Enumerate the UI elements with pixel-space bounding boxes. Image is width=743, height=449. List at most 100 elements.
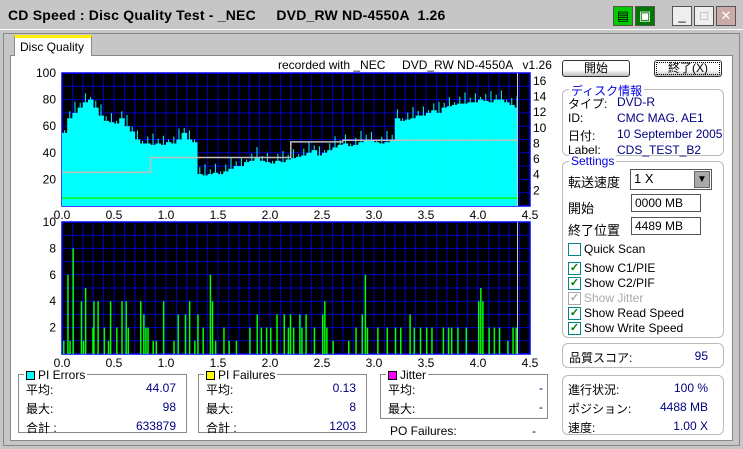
pif-bar [109,301,112,354]
pie-bar [488,102,494,206]
pif-bar [364,274,367,354]
save-icon[interactable]: ▣ [635,6,655,26]
pif-bar [202,327,204,354]
pif-bar [386,327,388,354]
pif-bar [478,301,480,354]
pie-bar [452,104,458,206]
pif-bar [498,327,501,354]
pif-bar [223,327,225,354]
pie-bar [238,166,245,206]
pie-bar [145,143,151,206]
checkbox-show-c2-pif[interactable]: ✓ Show C2/PIF [568,276,655,291]
checkbox-label: Quick Scan [584,242,646,256]
pif-bar [419,327,422,354]
pif-bar [292,327,295,354]
copy-icon[interactable]: ▤ [613,6,633,26]
pi-errors-color-swatch [26,371,35,381]
pi-failures-total-label: 合計 : [206,421,237,435]
pif-bar [249,327,251,354]
disc-info-value: DVD-R [617,95,655,109]
pie-bar [103,120,110,206]
pif-bar [447,327,450,354]
checkbox-box: ✓ [568,292,581,306]
pie-bar [467,102,474,206]
pie-bar [129,131,136,206]
pi-errors-max-value: 98 [162,400,176,414]
pi-errors-avg-label: 平均: [26,383,54,397]
checkbox-label: Show Read Speed [584,306,685,320]
checkbox-box[interactable]: ✓ [568,307,581,321]
pif-bar [72,248,74,354]
checkbox-quick-scan[interactable]: Quick Scan [568,242,646,257]
pie-bar [176,139,182,206]
pie-bar [244,162,250,206]
pie-bar [441,107,448,206]
pif-bar [152,340,154,354]
checkbox-box[interactable]: ✓ [568,322,581,336]
checkbox-label: Show C2/PIF [584,276,655,290]
checkbox-show-read-speed[interactable]: ✓ Show Read Speed [568,306,685,321]
pif-bar [322,314,324,354]
pie-bar [160,144,167,206]
pie-chart-x-tick-label: 4.5 [522,208,539,222]
pif-chart-x-tick-label: 2.5 [314,356,331,369]
pif-bar [305,314,307,354]
pi-failures-max-label: 最大: [206,402,234,416]
pie-bar [358,142,364,206]
pie-bar [207,174,214,206]
pie-bar [259,160,266,206]
disc-info-label: ID: [568,111,584,125]
pie-bar [368,140,375,206]
pif-bar [361,314,364,354]
pif-bar [173,340,175,354]
pif-chart-x-tick-label: 4.0 [470,356,487,369]
pif-bar [63,340,65,354]
pif-chart-x-tick-label: 0.5 [106,356,123,369]
pie-chart-x-tick-label: 2.0 [262,208,279,222]
checkbox-box[interactable]: ✓ [568,262,581,276]
pie-chart-x-tick-label: 1.5 [210,208,227,222]
speed-select[interactable]: 1 X ▼ [630,169,712,190]
pie-bar [504,102,510,206]
tab-disc-quality[interactable]: Disc Quality [14,35,92,56]
pif-bar [332,340,334,354]
checkbox-box[interactable] [568,243,581,257]
progress-label: 速度: [568,421,596,435]
disc-info-label: 日付: [568,129,596,143]
pif-bar [147,327,149,354]
pie-chart-x-tick-label: 1.0 [158,208,175,222]
pif-bar [366,327,369,354]
minimize-button[interactable]: _ [672,6,692,26]
close-button[interactable]: ✕ [716,6,736,26]
pif-bar [326,327,328,354]
start-button[interactable]: 開始 [562,60,630,77]
pif-bar [400,327,402,354]
start-pos-input[interactable]: 0000 MB [631,194,701,212]
pie-bar [233,166,240,206]
speed-y-tick-label: 16 [533,74,547,88]
pie-bar [436,112,442,206]
pif-bar [256,314,258,354]
pie-bar [218,174,224,206]
checkbox-show-c1-pie[interactable]: ✓ Show C1/PIE [568,261,655,276]
pif-y-tick-label: 2 [49,321,56,335]
pif-bar [107,340,110,354]
pif-bar [450,327,453,354]
pie-bar [166,142,172,206]
pif-chart-x-tick-label: 4.5 [522,356,539,369]
progress-label: 進行状況: [568,383,620,397]
pif-bar [313,327,316,354]
checkbox-box[interactable]: ✓ [568,277,581,291]
pif-bar [211,301,214,354]
pie-bar [478,99,484,206]
pif-bar [127,327,130,354]
pie-bar [228,168,234,206]
end-pos-input[interactable]: 4489 MB [631,217,701,235]
pie-bar [72,112,78,206]
pie-bar [264,162,271,206]
chevron-down-icon[interactable]: ▼ [694,171,710,188]
pif-bar [184,314,187,354]
checkbox-show-write-speed[interactable]: ✓ Show Write Speed [568,321,683,336]
speed-y-tick-label: 6 [533,152,540,166]
exit-button[interactable]: 終了(X) [654,60,722,77]
